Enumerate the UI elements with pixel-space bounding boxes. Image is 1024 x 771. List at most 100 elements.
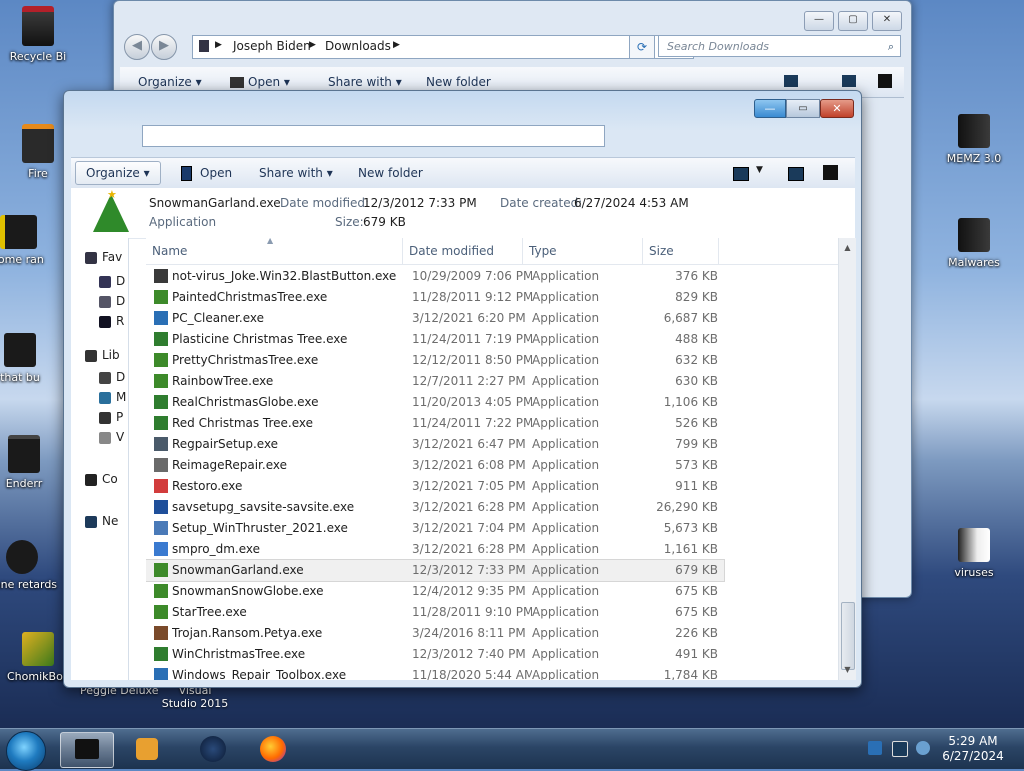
nav-item[interactable]: D [99,292,125,310]
file-row[interactable]: Restoro.exe 3/12/2021 7:05 PM Application 9… [146,476,724,497]
navigation-pane[interactable]: Fav D D R Lib D M P V Co Ne [71,238,129,680]
file-row[interactable]: StarTree.exe 11/28/2011 9:10 PM Applicatio… [146,602,724,623]
new-folder-button[interactable]: New folder [358,158,423,188]
tray-network-icon[interactable] [868,741,882,755]
file-row[interactable]: ReimageRepair.exe 3/12/2021 6:08 PM Applic… [146,455,724,476]
search-icon[interactable]: ⌕ [888,36,894,58]
nav-item[interactable]: M [99,388,126,406]
details-file-name: SnowmanGarland.exe [149,196,281,210]
file-type: Application [532,521,600,535]
desktop-icon-that[interactable]: that bu [0,333,58,384]
forward-button[interactable]: ▶ [151,34,177,60]
minimize-button[interactable]: — [754,99,786,118]
file-row[interactable]: Plasticine Christmas Tree.exe 11/24/2011 … [146,329,724,350]
file-row[interactable]: RealChristmasGlobe.exe 11/20/2013 4:05 PM… [146,392,724,413]
refresh-button[interactable]: ⟳ [629,35,655,59]
file-row[interactable]: Windows_Repair_Toolbox.exe 11/18/2020 5:4… [146,665,724,680]
scrollbar-thumb[interactable] [841,602,855,670]
file-row[interactable]: Red Christmas Tree.exe 11/24/2011 7:22 PM… [146,413,724,434]
file-row[interactable]: Trojan.Ransom.Petya.exe 3/24/2016 8:11 PM… [146,623,724,644]
file-row[interactable]: PrettyChristmasTree.exe 12/12/2011 8:50 P… [146,350,724,371]
organize-menu[interactable]: Organize ▾ [75,161,161,185]
taskbar-media-player[interactable] [122,732,174,766]
desktop-icon-none[interactable]: none retards [0,540,60,591]
desktop-icon-some[interactable]: some ran [0,215,56,266]
file-row[interactable]: SnowmanSnowGlobe.exe 12/4/2012 9:35 PM App… [146,581,724,602]
breadcrumb-item-downloads[interactable]: Downloads [325,39,391,53]
file-date-modified: 12/7/2011 2:27 PM [412,374,526,388]
file-name: ReimageRepair.exe [172,458,287,472]
column-header-type[interactable]: Type [523,238,643,264]
desktop-icon-ender[interactable]: Enderr [0,435,62,490]
search-input[interactable]: Search Downloads ⌕ [658,35,901,57]
file-row[interactable]: PC_Cleaner.exe 3/12/2021 6:20 PM Applicati… [146,308,724,329]
address-bar[interactable] [142,125,605,147]
file-name: PC_Cleaner.exe [172,311,264,325]
tray-display-icon[interactable] [892,741,908,757]
file-row[interactable]: SnowmanGarland.exe 12/3/2012 7:33 PM Appli… [146,559,725,582]
file-row[interactable]: smpro_dm.exe 3/12/2021 6:28 PM Application… [146,539,724,560]
desktop-icon-recycle-bin[interactable]: Recycle Bi [0,6,76,63]
share-with-menu[interactable]: Share with ▾ [259,158,333,188]
desktop-icon-viruses[interactable]: viruses [936,528,1012,579]
view-dropdown-icon[interactable]: ▼ [756,165,763,175]
file-row[interactable]: RainbowTree.exe 12/7/2011 2:27 PM Applicat… [146,371,724,392]
file-row[interactable]: Setup_WinThruster_2021.exe 3/12/2021 7:04… [146,518,724,539]
nav-item[interactable]: R [99,312,124,330]
nav-item[interactable]: Lib [85,346,120,364]
nav-item[interactable]: Fav [85,248,122,266]
file-list[interactable]: Name ▲ Date modified Type Size not-virus… [146,238,838,680]
nav-item[interactable]: Co [85,470,118,488]
file-app-icon [154,290,168,304]
maximize-button[interactable]: ▢ [838,11,868,31]
taskbar-app[interactable] [188,732,240,766]
column-header-name[interactable]: Name [146,238,403,264]
file-size: 376 KB [675,269,718,283]
taskbar-explorer[interactable] [60,732,114,768]
explorer-window-foreground[interactable]: — ▭ ✕ Organize ▾ Open Share with ▾ New f… [63,90,862,688]
breadcrumb-item-user[interactable]: Joseph Biden [233,39,311,53]
maximize-button[interactable]: ▭ [786,99,820,118]
file-type: Application [532,626,600,640]
close-button[interactable]: ✕ [872,11,902,31]
desktop-icon-malwares[interactable]: Malwares [936,218,1012,269]
nav-item-icon [85,515,97,528]
file-row[interactable]: WinChristmasTree.exe 12/3/2012 7:40 PM App… [146,644,724,665]
preview-pane-icon[interactable] [842,75,856,87]
nav-item[interactable]: D [99,368,125,386]
chomikbox-icon [22,632,54,666]
scroll-up-arrow-icon[interactable]: ▲ [839,240,856,256]
desktop-icon-memz[interactable]: MEMZ 3.0 [936,114,1012,165]
file-row[interactable]: not-virus_Joke.Win32.BlastButton.exe 10/2… [146,266,724,287]
open-button[interactable]: Open [181,158,232,188]
system-clock[interactable]: 5:29 AM 6/27/2024 [930,734,1016,764]
file-date-modified: 12/3/2012 7:40 PM [412,647,526,661]
address-bar[interactable]: ▶ Joseph Biden ▶ Downloads ▶ ▼ [192,35,694,59]
file-row[interactable]: savsetupg_savsite-savsite.exe 3/12/2021 6… [146,497,724,518]
column-header-size[interactable]: Size [643,238,719,264]
nav-item[interactable]: D [99,272,125,290]
help-icon[interactable] [823,165,838,180]
file-name: SnowmanSnowGlobe.exe [172,584,324,598]
nav-item[interactable]: P [99,408,123,426]
back-button[interactable]: ◀ [124,34,150,60]
taskbar-firefox[interactable] [248,732,300,766]
view-options-icon[interactable] [733,167,749,181]
tray-volume-icon[interactable] [916,741,930,755]
file-row[interactable]: RegpairSetup.exe 3/12/2021 6:47 PM Applica… [146,434,724,455]
taskbar: 5:29 AM 6/27/2024 [0,728,1024,771]
firefox-icon [260,736,286,762]
file-type: Application [532,332,600,346]
start-button[interactable] [6,731,46,771]
view-options-icon[interactable] [784,75,798,87]
scroll-down-arrow-icon[interactable]: ▼ [839,662,856,678]
vertical-scrollbar[interactable]: ▲ ▼ [838,238,856,680]
nav-item[interactable]: Ne [85,512,118,530]
minimize-button[interactable]: — [804,11,834,31]
help-icon[interactable] [878,74,892,88]
close-button[interactable]: ✕ [820,99,854,118]
file-row[interactable]: PaintedChristmasTree.exe 11/28/2011 9:12 … [146,287,724,308]
nav-item[interactable]: V [99,428,124,446]
preview-pane-icon[interactable] [788,167,804,181]
column-header-date-modified[interactable]: Date modified [403,238,523,264]
